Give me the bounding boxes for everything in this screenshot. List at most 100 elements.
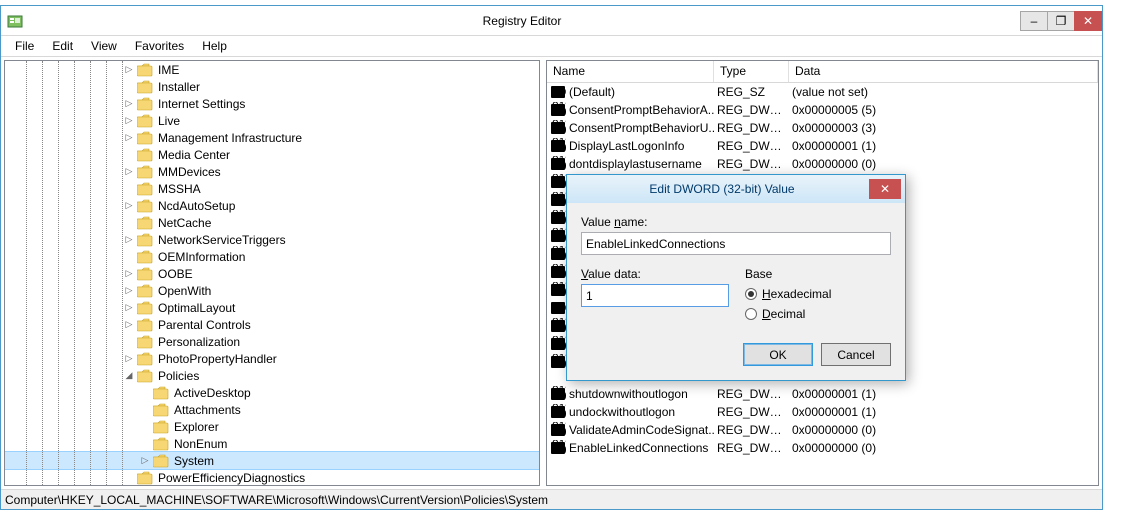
list-row[interactable]: DisplayLastLogonInfoREG_DWO...0x00000001… [547, 137, 1098, 155]
tree-item-label: Explorer [172, 420, 221, 434]
expand-icon[interactable]: ▷ [123, 302, 135, 314]
value-name-cell: shutdownwithoutlogon [569, 387, 688, 401]
col-header-type[interactable]: Type [714, 61, 789, 82]
value-data-cell: 0x00000005 (5) [789, 103, 1098, 117]
tree-item[interactable]: ▷ NcdAutoSetup [5, 197, 539, 214]
tree-item[interactable]: NonEnum [5, 435, 539, 452]
minimize-button[interactable]: – [1020, 11, 1048, 31]
menu-help[interactable]: Help [194, 37, 235, 55]
list-row[interactable]: ConsentPromptBehaviorU...REG_DWO...0x000… [547, 119, 1098, 137]
tree-item[interactable]: Personalization [5, 333, 539, 350]
tree-item-label: OpenWith [156, 284, 213, 298]
tree-item[interactable]: ◢Policies [5, 367, 539, 384]
cancel-button[interactable]: Cancel [821, 343, 891, 366]
tree-item-label: Internet Settings [156, 97, 247, 111]
expand-icon[interactable]: ▷ [123, 115, 135, 127]
collapse-icon[interactable]: ◢ [123, 370, 135, 382]
tree-item-label: IME [156, 63, 181, 77]
tree-item[interactable]: Attachments [5, 401, 539, 418]
value-type-cell: REG_DWO... [714, 103, 789, 117]
folder-icon [137, 80, 153, 94]
list-row[interactable]: shutdownwithoutlogon REG_DWO...0x00000001… [547, 385, 1098, 403]
expand-icon[interactable]: ▷ [123, 353, 135, 365]
tree-item[interactable]: Installer [5, 78, 539, 95]
tree-item-label: Live [156, 114, 182, 128]
value-type-cell: REG_SZ [714, 85, 789, 99]
list-row[interactable]: ConsentPromptBehaviorA...REG_DWO...0x000… [547, 101, 1098, 119]
expand-icon[interactable]: ▷ [123, 132, 135, 144]
tree-item[interactable]: ▷PhotoPropertyHandler [5, 350, 539, 367]
list-row[interactable]: ValidateAdminCodeSignat...REG_DWO...0x00… [547, 421, 1098, 439]
value-type-cell: REG_DWO... [714, 423, 789, 437]
tree-item-label: ActiveDesktop [172, 386, 253, 400]
value-data-input[interactable] [581, 284, 729, 307]
folder-icon [137, 250, 153, 264]
tree-pane[interactable]: ▷ IMEInstaller ▷ Internet Settings ▷ Live▷Man… [4, 60, 540, 486]
tree-item[interactable]: NetCache [5, 214, 539, 231]
radio-dot-icon [745, 308, 757, 320]
tree-item[interactable]: ▷ Live [5, 112, 539, 129]
radio-hexadecimal[interactable]: Hexadecimal [745, 287, 891, 301]
value-name-label: Value name: [581, 215, 891, 229]
ok-button[interactable]: OK [743, 343, 813, 366]
value-data-cell: (value not set) [789, 85, 1098, 99]
dialog-titlebar[interactable]: Edit DWORD (32-bit) Value ✕ [567, 175, 905, 203]
tree-item[interactable]: MSSHA [5, 180, 539, 197]
expand-icon[interactable]: ▷ [123, 268, 135, 280]
tree-item[interactable]: Explorer [5, 418, 539, 435]
tree-item-label: Personalization [156, 335, 242, 349]
menu-file[interactable]: File [7, 37, 42, 55]
dialog-close-button[interactable]: ✕ [869, 179, 901, 199]
tree-item[interactable]: ▷NetworkServiceTriggers [5, 231, 539, 248]
tree-item[interactable]: ▷System [5, 452, 539, 469]
tree-item[interactable]: ▷OOBE [5, 265, 539, 282]
value-data-cell: 0x00000001 (1) [789, 387, 1098, 401]
status-path: Computer\HKEY_LOCAL_MACHINE\SOFTWARE\Mic… [5, 493, 548, 507]
col-header-name[interactable]: Name [547, 61, 714, 82]
menu-favorites[interactable]: Favorites [127, 37, 192, 55]
expand-icon[interactable]: ▷ [123, 166, 135, 178]
maximize-button[interactable]: ❐ [1047, 11, 1075, 31]
tree-item[interactable]: ▷ OpenWith [5, 282, 539, 299]
expand-icon[interactable]: ▷ [123, 64, 135, 76]
tree-item-label: NcdAutoSetup [156, 199, 237, 213]
value-type-cell: REG_DWO... [714, 387, 789, 401]
titlebar[interactable]: Registry Editor – ❐ ✕ [1, 6, 1102, 36]
expand-icon[interactable]: ▷ [123, 319, 135, 331]
expand-icon[interactable]: ▷ [123, 285, 135, 297]
radio-decimal[interactable]: Decimal [745, 307, 891, 321]
tree-item[interactable]: ▷ Internet Settings [5, 95, 539, 112]
list-row[interactable]: dontdisplaylastusernameREG_DWO...0x00000… [547, 155, 1098, 173]
tree-item[interactable]: ▷OptimalLayout [5, 299, 539, 316]
tree-item-label: PowerEfficiencyDiagnostics [156, 471, 307, 485]
expand-icon[interactable]: ▷ [123, 234, 135, 246]
list-row[interactable]: undockwithoutlogonREG_DWO...0x00000001 (… [547, 403, 1098, 421]
tree-item[interactable]: ▷ IME [5, 61, 539, 78]
list-row[interactable]: EnableLinkedConnectionsREG_DWO...0x00000… [547, 439, 1098, 457]
tree-item[interactable]: ▷Management Infrastructure [5, 129, 539, 146]
tree-item[interactable]: PowerEfficiencyDiagnostics [5, 469, 539, 486]
expand-icon[interactable]: ▷ [139, 455, 151, 467]
value-name-input[interactable] [581, 232, 891, 255]
dword-value-icon [550, 120, 566, 136]
menu-edit[interactable]: Edit [44, 37, 81, 55]
menu-view[interactable]: View [83, 37, 125, 55]
close-button[interactable]: ✕ [1074, 11, 1102, 31]
expand-icon[interactable]: ▷ [123, 200, 135, 212]
folder-icon [137, 301, 153, 315]
list-row[interactable]: (Default)REG_SZ(value not set) [547, 83, 1098, 101]
expand-icon[interactable]: ▷ [123, 98, 135, 110]
tree-item[interactable]: OEMInformation [5, 248, 539, 265]
value-name-cell: EnableLinkedConnections [569, 441, 708, 455]
dword-value-icon [550, 210, 566, 226]
tree-item[interactable]: ActiveDesktop [5, 384, 539, 401]
tree-item[interactable]: ▷Parental Controls [5, 316, 539, 333]
tree-item[interactable]: Media Center [5, 146, 539, 163]
col-header-data[interactable]: Data [789, 61, 1098, 82]
tree-item[interactable]: ▷MMDevices [5, 163, 539, 180]
folder-icon [137, 233, 153, 247]
value-name-cell: undockwithoutlogon [569, 405, 675, 419]
dword-value-icon [550, 386, 566, 402]
folder-icon [153, 386, 169, 400]
base-label: Base [745, 267, 891, 281]
